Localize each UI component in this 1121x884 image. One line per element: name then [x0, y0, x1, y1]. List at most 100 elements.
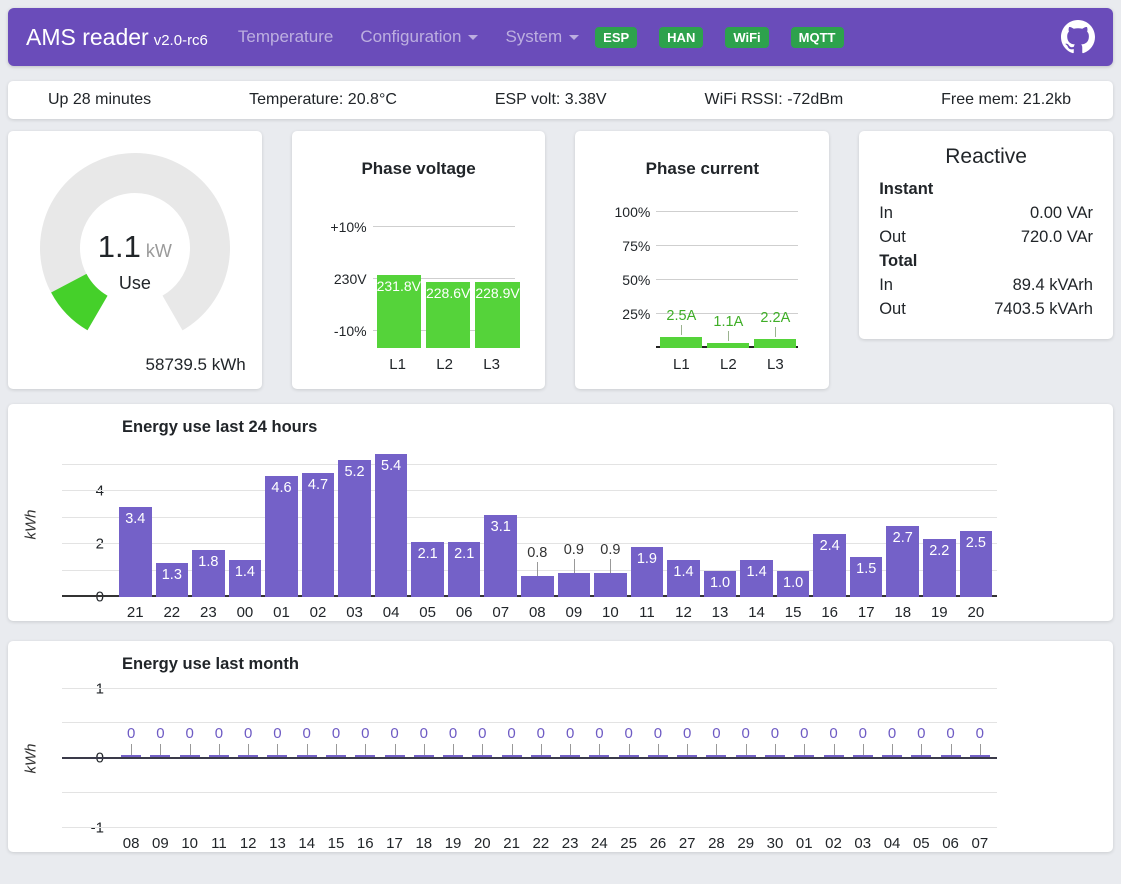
bar-value-label: 2.2A — [760, 310, 790, 326]
energy-month-card: Energy use last month kWh 10-1 000000000… — [8, 641, 1113, 852]
bar-hour-20: 2.5 — [960, 531, 993, 597]
bar-label-tick — [219, 744, 220, 755]
reactive-row: Out7403.5 kVArh — [879, 297, 1093, 321]
xtick-label: 02 — [820, 835, 846, 852]
chevron-down-icon — [468, 35, 478, 40]
bar-value-label: 0 — [390, 725, 398, 742]
bar-value-label: 0 — [537, 725, 545, 742]
reactive-row-label: Out — [879, 225, 906, 249]
xtick-label: 17 — [381, 835, 407, 852]
bar-value-label: 231.8V — [377, 275, 421, 294]
bar-label-tick — [921, 744, 922, 755]
bar-value-label: 1.4 — [667, 560, 700, 580]
zero-bar — [765, 755, 785, 757]
bar-value-label: 2.1 — [411, 542, 444, 562]
xtick-label: 14 — [740, 604, 773, 621]
badge-esp: ESP — [595, 27, 637, 48]
bar-day-13: 0 — [264, 688, 290, 828]
ytick-label: -10% — [334, 323, 367, 339]
xtick-label: 10 — [594, 604, 627, 621]
xtick-label: 16 — [813, 604, 846, 621]
bar-day-24: 0 — [586, 688, 612, 828]
bar-value-label: 0.9 — [564, 542, 584, 558]
energy-24h-xlabels: 2122230001020304050607080910111213141516… — [114, 604, 997, 621]
bar-value-label: 0 — [771, 725, 779, 742]
bar-day-18: 0 — [411, 688, 437, 828]
bar-label-tick — [687, 744, 688, 755]
bar-day-01: 0 — [791, 688, 817, 828]
xtick-label: 07 — [967, 835, 993, 852]
zero-bar — [824, 755, 844, 757]
bar-label-tick — [424, 744, 425, 755]
bar-value-label: 228.9V — [475, 282, 519, 301]
nav-item-configuration[interactable]: Configuration — [360, 27, 478, 47]
bars-row: 3.41.31.81.44.64.75.25.42.12.13.10.80.90… — [114, 451, 997, 597]
github-link[interactable] — [1061, 20, 1095, 54]
xtick-label: 18 — [886, 604, 919, 621]
xtick-label: 03 — [338, 604, 371, 621]
bar-value-label: 1.1A — [713, 314, 743, 330]
bar-label-tick — [980, 744, 981, 755]
xtick-label: 23 — [557, 835, 583, 852]
bar-value-label: 0 — [712, 725, 720, 742]
reactive-row: In0.00 VAr — [879, 201, 1093, 225]
xtick-label: 13 — [264, 835, 290, 852]
bar-L2: 1.1A — [707, 343, 749, 348]
ytick-label: 2 — [96, 536, 104, 553]
xtick-label: 15 — [777, 604, 810, 621]
zero-bar — [297, 755, 317, 757]
brand[interactable]: AMS readerv2.0-rc6 — [26, 24, 208, 51]
bar-label-tick — [190, 744, 191, 755]
energy-24h-ylabel: kWh — [23, 509, 40, 539]
bar-value-label: 0 — [273, 725, 281, 742]
bar-label-tick — [307, 744, 308, 755]
zero-bar — [180, 755, 200, 757]
bar-value-label: 1.3 — [156, 563, 189, 583]
nav-item-temperature[interactable]: Temperature — [238, 27, 333, 47]
bar-label-tick — [629, 744, 630, 755]
bar-label-tick — [599, 744, 600, 755]
bar-value-label: 3.1 — [484, 515, 517, 535]
bar-value-label: 3.4 — [119, 507, 152, 527]
bar-hour-01: 4.6 — [265, 476, 298, 597]
app-header: AMS readerv2.0-rc6 Temperature Configurat… — [8, 8, 1113, 66]
phase-current-xlabels: L1L2L3 — [658, 356, 798, 373]
zero-bar — [677, 755, 697, 757]
bar-label-tick — [834, 744, 835, 755]
xtick-label: 18 — [411, 835, 437, 852]
zero-bar — [502, 755, 522, 757]
reactive-row: In89.4 kVArh — [879, 273, 1093, 297]
ytick-label: 50% — [622, 272, 650, 288]
bar-label-tick — [365, 744, 366, 755]
reactive-row-value: 7403.5 kVArh — [994, 297, 1093, 321]
xtick-label: 30 — [762, 835, 788, 852]
nav-item-system[interactable]: System — [505, 27, 579, 47]
phase-voltage-plot: 231.8V228.6V228.9V — [375, 193, 515, 348]
gauge-unit: kW — [146, 241, 172, 261]
bar-label-tick — [892, 744, 893, 755]
bar-value-label: 0 — [507, 725, 515, 742]
bar-value-label: 0 — [185, 725, 193, 742]
bar-value-label: 4.6 — [265, 476, 298, 496]
xtick-label: L3 — [754, 356, 796, 373]
bar-value-label: 0 — [332, 725, 340, 742]
bar-day-29: 0 — [733, 688, 759, 828]
zero-bar — [560, 755, 580, 757]
brand-version: v2.0-rc6 — [154, 32, 208, 49]
bar-hour-18: 2.7 — [886, 526, 919, 597]
xtick-label: 08 — [118, 835, 144, 852]
zero-bar — [882, 755, 902, 757]
zero-bar — [911, 755, 931, 757]
xtick-label: 07 — [484, 604, 517, 621]
bar-L3: 228.9V — [475, 282, 519, 349]
badge-han: HAN — [659, 27, 703, 48]
bar-value-label: 0 — [888, 725, 896, 742]
status-item-1: Temperature: 20.8°C — [249, 91, 397, 109]
xtick-label: 11 — [206, 835, 232, 852]
gauge-label: Use — [30, 273, 240, 294]
xtick-label: 06 — [937, 835, 963, 852]
bar-hour-08: 0.8 — [521, 576, 554, 597]
bar-hour-22: 1.3 — [156, 563, 189, 597]
xtick-label: 16 — [352, 835, 378, 852]
bar-value-label: 0 — [215, 725, 223, 742]
